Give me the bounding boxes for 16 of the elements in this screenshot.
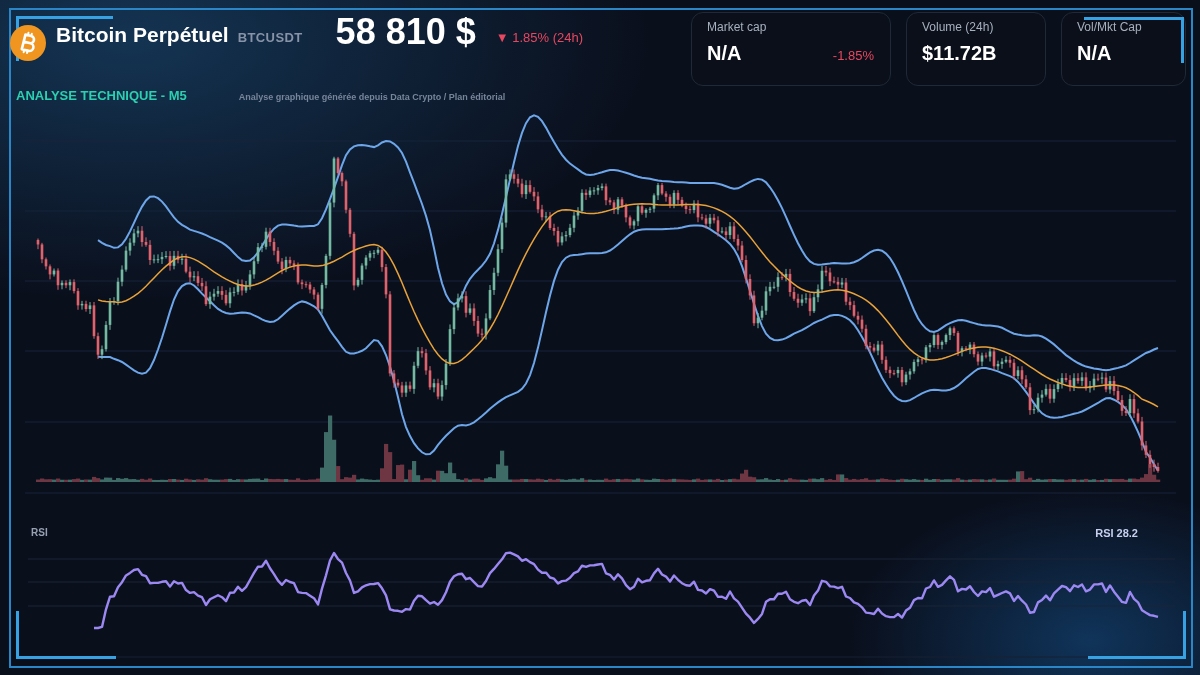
stat-label: Market cap: [707, 20, 767, 35]
rsi-label: RSI: [31, 526, 48, 540]
ticker-symbol: BTCUSDT: [237, 30, 303, 46]
stat-label: Vol/Mkt Cap: [1077, 20, 1142, 35]
asset-title: Bitcoin Perpétuel: [56, 23, 229, 47]
stat-label: Volume (24h): [922, 20, 994, 35]
stat-value: N/A: [1077, 41, 1112, 65]
stat-change: -1.85%: [832, 48, 874, 64]
analysis-title: ANALYSE TECHNIQUE - M5: [16, 88, 187, 104]
stat-value: N/A: [707, 41, 742, 65]
price-change: ▼ 1.85% (24h): [495, 30, 584, 46]
coin-icon: [10, 25, 46, 61]
analysis-caption: Analyse graphique générée depuis Data Crypto / Plan éditorial: [238, 91, 506, 103]
stat-value: $11.72B: [922, 41, 997, 65]
price-value: 58 810 $: [335, 12, 476, 52]
rsi-reading: RSI 28.2: [1095, 526, 1138, 540]
